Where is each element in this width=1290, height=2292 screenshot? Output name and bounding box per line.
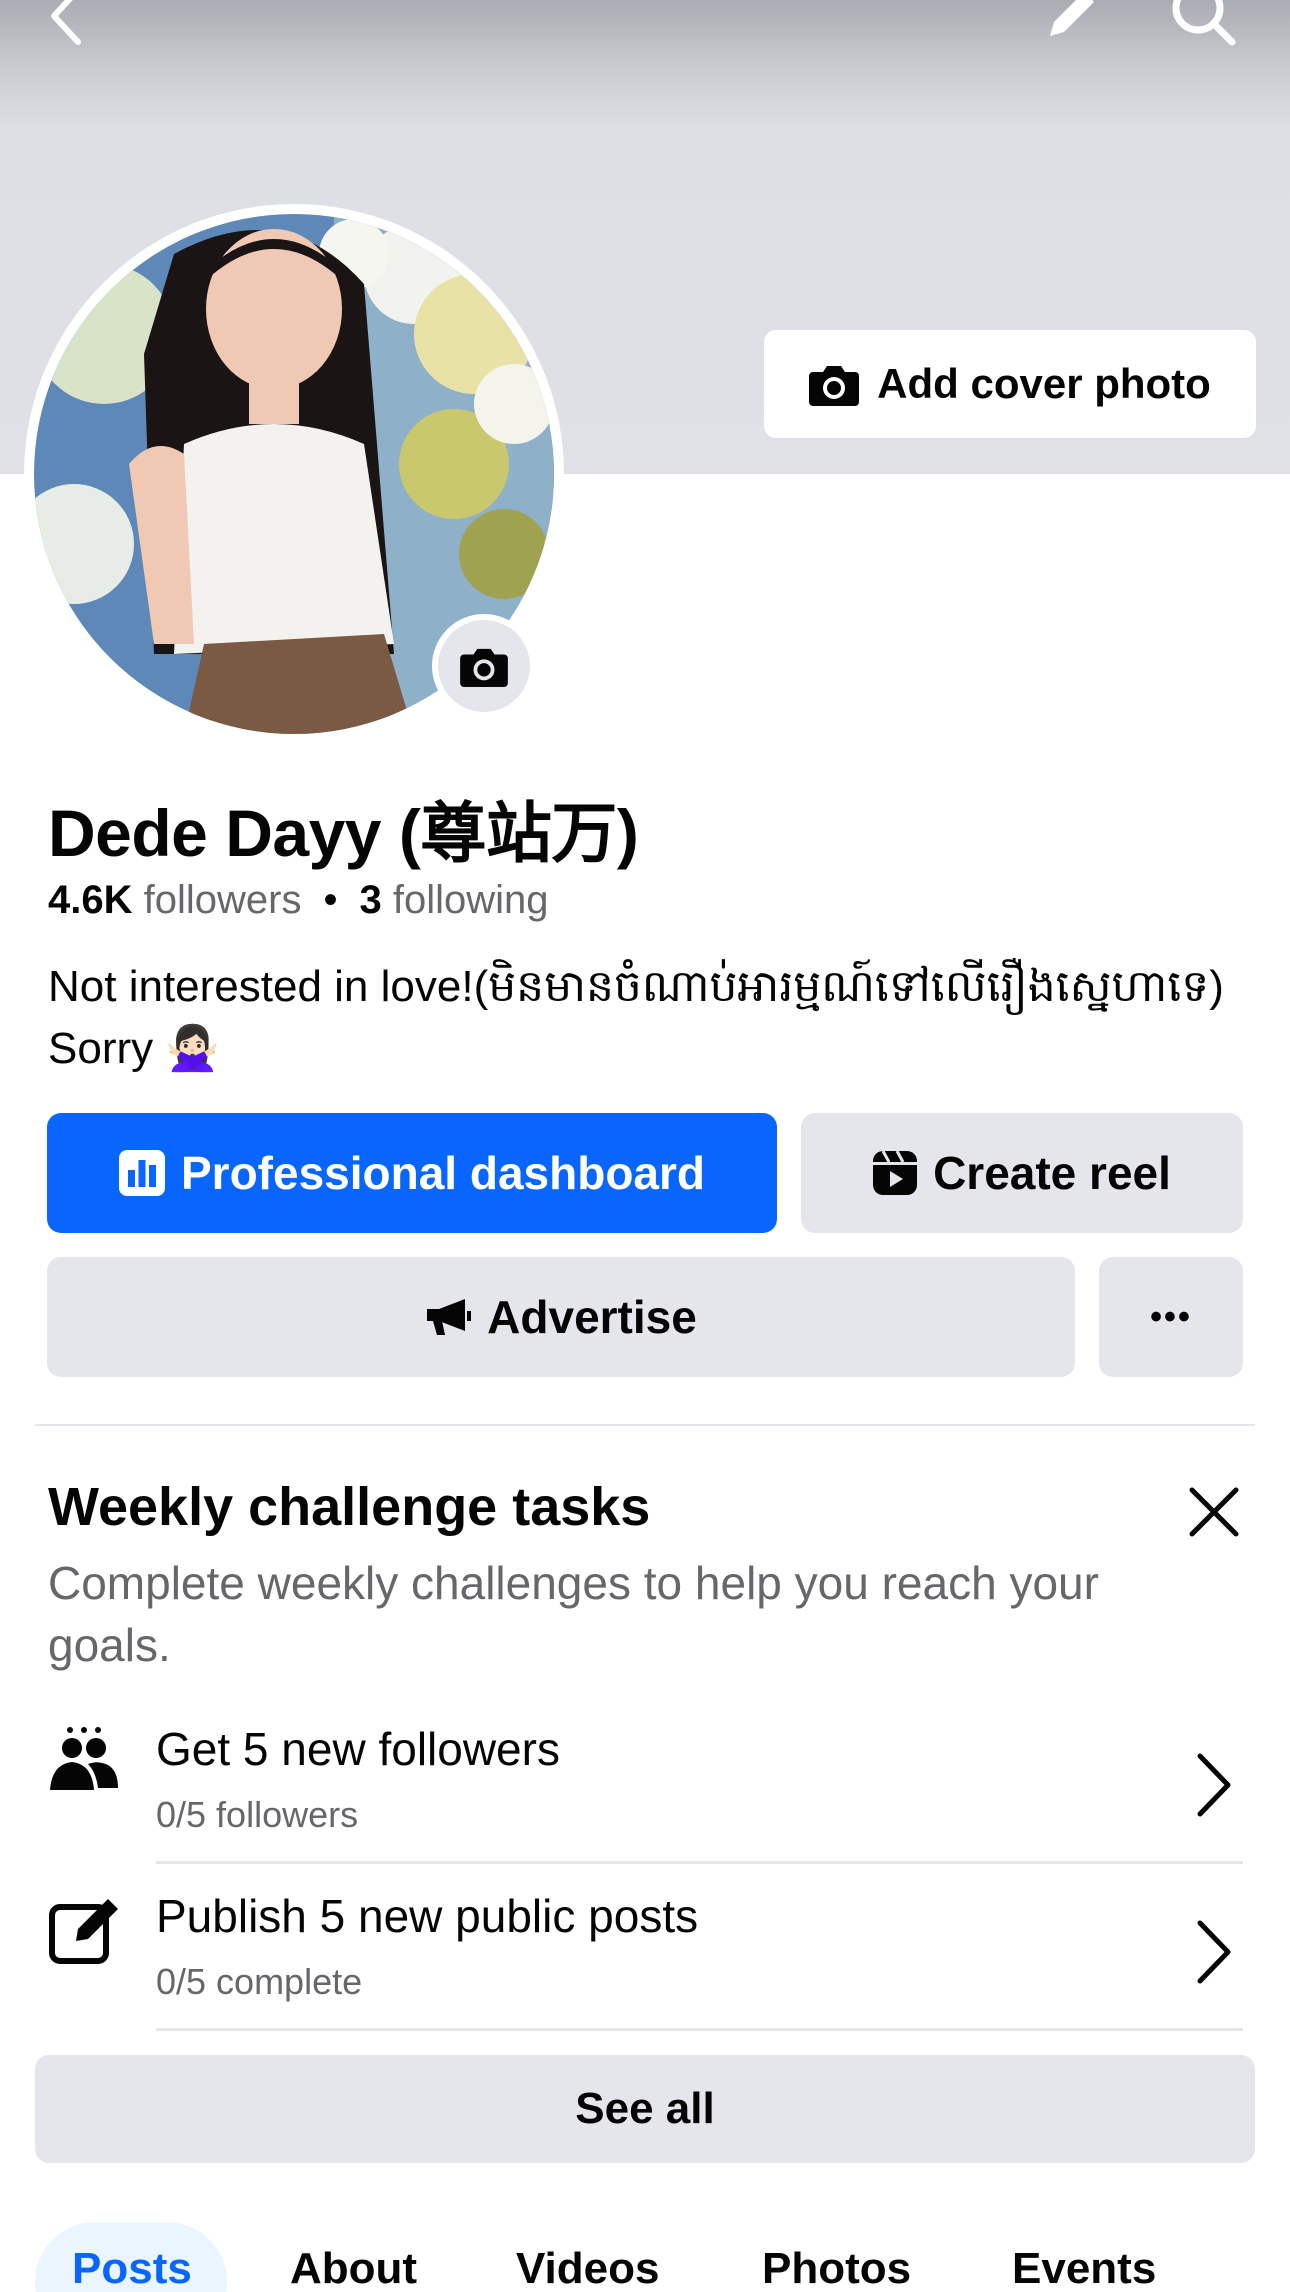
- section-divider: [35, 1424, 1255, 1426]
- followers-label[interactable]: followers: [144, 878, 302, 922]
- see-all-label: See all: [575, 2084, 715, 2133]
- edit-pencil-icon[interactable]: [1040, 0, 1100, 46]
- bar-chart-icon: [118, 1150, 165, 1196]
- add-cover-photo-button[interactable]: Add cover photo: [764, 330, 1256, 438]
- more-icon: •••: [1150, 1297, 1192, 1336]
- megaphone-icon: [427, 1299, 472, 1335]
- bio-text: Not interested in love!(មិនមានចំណាប់អារម…: [48, 962, 1224, 1073]
- chevron-right-icon: [1197, 1920, 1231, 1984]
- top-bar: [0, 0, 1290, 60]
- followers-count[interactable]: 4.6K: [48, 878, 133, 922]
- challenge-task-followers[interactable]: Get 5 new followers 0/5 followers: [0, 1700, 1290, 1866]
- create-reel-label: Create reel: [933, 1147, 1171, 1199]
- following-count[interactable]: 3: [359, 878, 381, 922]
- create-reel-button[interactable]: Create reel: [801, 1113, 1243, 1233]
- compose-icon: [49, 1899, 118, 1964]
- task-progress: 0/5 followers: [156, 1794, 359, 1835]
- following-label[interactable]: following: [393, 878, 549, 922]
- tab-events[interactable]: Events: [1012, 2244, 1156, 2292]
- follow-stats: 4.6K followers • 3 following: [48, 878, 549, 923]
- weekly-challenge-subtitle: Complete weekly challenges to help you r…: [48, 1557, 1099, 1671]
- tab-posts[interactable]: Posts: [72, 2244, 192, 2292]
- chevron-right-icon: [1197, 1753, 1231, 1817]
- tab-videos[interactable]: Videos: [516, 2244, 659, 2292]
- camera-icon: [809, 366, 860, 406]
- profile-page: Add cover photo Dede Dayy (尊站万) 4.6K fol…: [0, 0, 1290, 2292]
- add-cover-photo-label: Add cover photo: [877, 360, 1211, 407]
- change-profile-photo-button[interactable]: [432, 614, 536, 718]
- tab-about[interactable]: About: [290, 2244, 417, 2292]
- weekly-challenge-title: Weekly challenge tasks: [48, 1477, 651, 1537]
- task-separator: [156, 1861, 1243, 1864]
- bio-emoji: 🙅🏻‍♀️: [165, 1024, 221, 1073]
- task-progress: 0/5 complete: [156, 1961, 363, 2002]
- profile-name: Dede Dayy (尊站万): [48, 796, 639, 870]
- task-title: Get 5 new followers: [156, 1723, 560, 1775]
- search-icon[interactable]: [1168, 0, 1238, 50]
- reel-icon: [873, 1151, 918, 1195]
- people-icon: [50, 1727, 118, 1790]
- professional-dashboard-button[interactable]: Professional dashboard: [47, 1113, 777, 1233]
- profile-tabs: Posts About Videos Photos Events: [0, 2222, 1290, 2292]
- close-icon[interactable]: [1184, 1482, 1244, 1542]
- professional-dashboard-label: Professional dashboard: [180, 1147, 705, 1199]
- back-arrow-icon[interactable]: [40, 0, 100, 46]
- advertise-button[interactable]: Advertise: [47, 1257, 1075, 1377]
- task-title: Publish 5 new public posts: [156, 1890, 699, 1942]
- profile-bio: Not interested in love!(មិនមានចំណាប់អារម…: [48, 956, 1258, 1080]
- advertise-label: Advertise: [487, 1291, 697, 1343]
- challenge-task-posts[interactable]: Publish 5 new public posts 0/5 complete: [0, 1867, 1290, 2033]
- task-separator: [156, 2028, 1243, 2031]
- camera-icon: [460, 648, 508, 687]
- see-all-button[interactable]: See all: [35, 2055, 1255, 2163]
- stats-separator: •: [323, 878, 338, 922]
- tab-photos[interactable]: Photos: [762, 2244, 911, 2292]
- more-options-button[interactable]: •••: [1099, 1257, 1243, 1377]
